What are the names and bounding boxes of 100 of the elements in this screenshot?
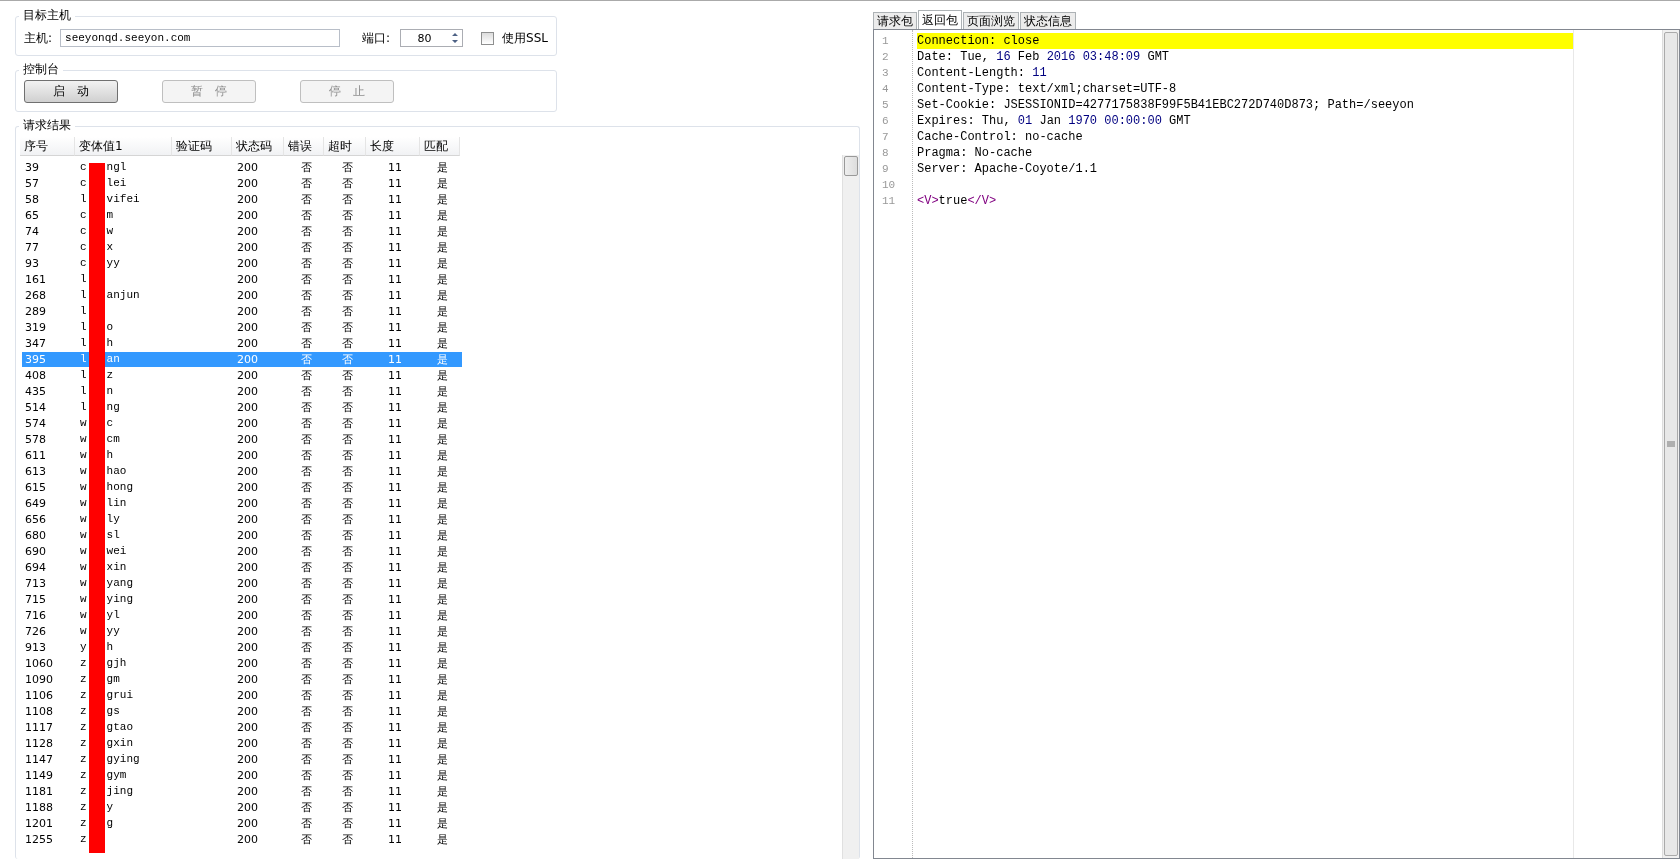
result-row[interactable]: 1181 z jing 200 否 否 11 是 (22, 784, 462, 799)
table-cell-text: 否 (299, 560, 313, 575)
tab[interactable]: 状态信息 (1020, 12, 1076, 29)
table-cell: x (106, 240, 114, 255)
table-cell-text: 200 (236, 640, 259, 655)
result-row[interactable]: 713 w yang 200 否 否 11 是 (22, 576, 462, 591)
result-row[interactable]: 77 c x 200 否 否 11 是 (22, 240, 462, 255)
result-row[interactable]: 611 w h 200 否 否 11 是 (22, 448, 462, 463)
result-row[interactable]: 613 w hao 200 否 否 11 是 (22, 464, 462, 479)
table-cell-text: 200 (236, 192, 259, 207)
result-row[interactable]: 1106 z grui 200 否 否 11 是 (22, 688, 462, 703)
table-cell-text: 289 (24, 304, 47, 319)
host-field[interactable]: seeyonqd.seeyon.com (60, 29, 340, 47)
table-cell-text: 200 (236, 240, 259, 255)
table-cell: hao (106, 464, 127, 479)
table-cell-text: 11 (387, 704, 403, 719)
table-cell-text: 713 (24, 576, 47, 591)
result-row[interactable]: 1108 z gs 200 否 否 11 是 (22, 704, 462, 719)
result-row[interactable]: 514 l ng 200 否 否 11 是 (22, 400, 462, 415)
result-row[interactable]: 680 w sl 200 否 否 11 是 (22, 528, 462, 543)
table-cell-text: 是 (435, 176, 449, 191)
column-header[interactable]: 错误 (284, 137, 324, 156)
table-cell-text: 否 (299, 160, 313, 175)
result-row[interactable]: 1147 z gying 200 否 否 11 是 (22, 752, 462, 767)
table-cell-text: 11 (387, 480, 403, 495)
result-row[interactable]: 716 w yl 200 否 否 11 是 (22, 608, 462, 623)
table-cell-text: 否 (340, 768, 354, 783)
table-cell-text: 否 (340, 384, 354, 399)
column-header[interactable]: 长度 (366, 137, 420, 156)
result-row[interactable]: 1255 z 200 否 否 11 是 (22, 832, 462, 847)
table-cell-text: 否 (299, 800, 313, 815)
table-cell: lin (106, 496, 127, 511)
result-row[interactable]: 1201 z g 200 否 否 11 是 (22, 816, 462, 831)
result-row[interactable]: 715 w ying 200 否 否 11 是 (22, 592, 462, 607)
result-row[interactable]: 1128 z gxin 200 否 否 11 是 (22, 736, 462, 751)
table-cell-text: 200 (236, 384, 259, 399)
result-row[interactable]: 726 w yy 200 否 否 11 是 (22, 624, 462, 639)
table-cell-text: 否 (299, 304, 313, 319)
result-row[interactable]: 58 l vifei 200 否 否 11 是 (22, 192, 462, 207)
table-cell-text: 11 (387, 224, 403, 239)
table-cell-text: 913 (24, 640, 47, 655)
ssl-checkbox[interactable] (481, 31, 495, 45)
port-field[interactable]: 80 (399, 29, 464, 47)
column-header[interactable]: 匹配 (420, 137, 460, 156)
table-cell-text: 200 (236, 464, 259, 479)
table-cell-text: 否 (340, 256, 354, 271)
table-cell-text: 否 (299, 352, 313, 367)
result-row[interactable]: 268 l anjun 200 否 否 11 是 (22, 288, 462, 303)
table-cell-text: 200 (236, 624, 259, 639)
result-row[interactable]: 1060 z gjh 200 否 否 11 是 (22, 656, 462, 671)
table-cell-text: 否 (340, 720, 354, 735)
table-cell-text: 11 (387, 352, 403, 367)
result-row[interactable]: 578 w cm 200 否 否 11 是 (22, 432, 462, 447)
result-row[interactable]: 319 l o 200 否 否 11 是 (22, 320, 462, 335)
table-cell-text: 是 (435, 256, 449, 271)
result-row[interactable]: 1149 z gym 200 否 否 11 是 (22, 768, 462, 783)
result-row[interactable]: 161 l 200 否 否 11 是 (22, 272, 462, 287)
table-cell-text: 200 (236, 336, 259, 351)
result-row[interactable]: 93 c yy 200 否 否 11 是 (22, 256, 462, 271)
table-cell: l (80, 304, 87, 319)
column-header[interactable]: 超时 (324, 137, 366, 156)
table-cell-text: 否 (299, 176, 313, 191)
table-cell: y (106, 800, 114, 815)
result-row[interactable]: 694 w xin 200 否 否 11 是 (22, 560, 462, 575)
result-row[interactable]: 347 l h 200 否 否 11 是 (22, 336, 462, 351)
result-row[interactable]: 39 c ngl 200 否 否 11 是 (22, 160, 462, 175)
column-header[interactable]: 验证码 (172, 137, 232, 156)
result-row[interactable]: 913 y h 200 否 否 11 是 (22, 640, 462, 655)
table-cell-text: 11 (387, 576, 403, 591)
result-row[interactable]: 74 c w 200 否 否 11 是 (22, 224, 462, 239)
result-row[interactable]: 649 w lin 200 否 否 11 是 (22, 496, 462, 511)
tab[interactable]: 页面浏览 (963, 12, 1019, 29)
tab[interactable]: 返回包 (918, 10, 962, 29)
table-cell-text: 200 (236, 272, 259, 287)
code-line: Pragma: No-cache (917, 145, 1034, 161)
tab[interactable]: 请求包 (873, 12, 917, 29)
table-cell-text: 200 (236, 496, 259, 511)
result-row[interactable]: 65 c m 200 否 否 11 是 (22, 208, 462, 223)
result-row[interactable]: 615 w hong 200 否 否 11 是 (22, 480, 462, 495)
column-header[interactable]: 序号 (20, 137, 75, 156)
result-row[interactable]: 289 l 200 否 否 11 是 (22, 304, 462, 319)
column-header[interactable]: 状态码 (232, 137, 284, 156)
console-button[interactable]: 启 动 (24, 80, 118, 103)
result-row[interactable]: 408 l z 200 否 否 11 是 (22, 368, 462, 383)
result-row[interactable]: 57 c lei 200 否 否 11 是 (22, 176, 462, 191)
table-cell-text: 200 (236, 784, 259, 799)
result-row[interactable]: 574 w c 200 否 否 11 是 (22, 416, 462, 431)
table-cell-text: 否 (340, 560, 354, 575)
table-cell-text: 否 (340, 320, 354, 335)
column-header[interactable]: 变体值1 (75, 137, 172, 156)
table-cell-text: 否 (299, 288, 313, 303)
result-row[interactable]: 690 w wei 200 否 否 11 是 (22, 544, 462, 559)
result-row[interactable]: 656 w ly 200 否 否 11 是 (22, 512, 462, 527)
result-row[interactable]: 1188 z y 200 否 否 11 是 (22, 800, 462, 815)
table-cell-text: 11 (387, 400, 403, 415)
result-row[interactable]: 1117 z gtao 200 否 否 11 是 (22, 720, 462, 735)
result-row[interactable]: 1090 z gm 200 否 否 11 是 (22, 672, 462, 687)
table-cell-text: 否 (299, 464, 313, 479)
table-cell-text: 否 (340, 464, 354, 479)
result-row[interactable]: 435 l n 200 否 否 11 是 (22, 384, 462, 399)
